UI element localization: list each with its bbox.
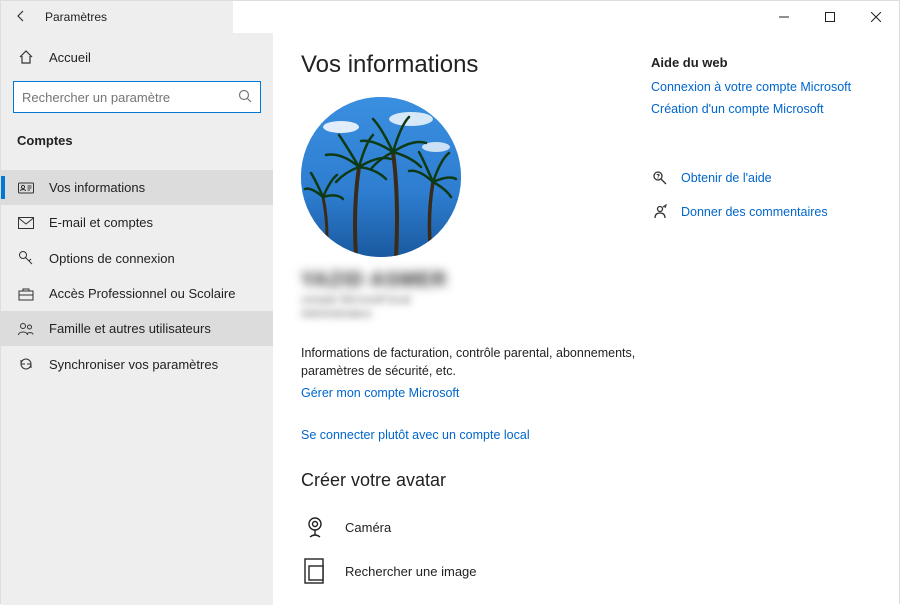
nav-item-signin-options[interactable]: Options de connexion: [1, 240, 273, 276]
minimize-button[interactable]: [761, 1, 807, 33]
help-link-create[interactable]: Création d'un compte Microsoft: [651, 102, 871, 116]
feedback-row[interactable]: Donner des commentaires: [651, 204, 871, 220]
page-title: Vos informations: [301, 51, 641, 79]
get-help-link: Obtenir de l'aide: [681, 171, 772, 185]
content-area: Vos informations: [273, 33, 899, 605]
account-description: Informations de facturation, contrôle pa…: [301, 344, 641, 380]
help-icon: [651, 170, 669, 186]
person-card-icon: [17, 181, 35, 195]
camera-icon: [301, 513, 329, 541]
nav-label: Synchroniser vos paramètres: [49, 357, 218, 372]
feedback-icon: [651, 204, 669, 220]
section-heading: Comptes: [1, 127, 273, 160]
camera-option[interactable]: Caméra: [301, 505, 641, 549]
search-input[interactable]: [22, 90, 238, 105]
nav-item-your-info[interactable]: Vos informations: [1, 170, 273, 205]
briefcase-icon: [17, 287, 35, 301]
camera-label: Caméra: [345, 520, 391, 535]
people-icon: [17, 322, 35, 336]
account-name: YAZID ASMER: [301, 269, 641, 292]
nav-item-email-accounts[interactable]: E-mail et comptes: [1, 205, 273, 240]
aside: Aide du web Connexion à votre compte Mic…: [641, 51, 871, 605]
nav-list: Vos informations E-mail et comptes Optio…: [1, 170, 273, 382]
close-button[interactable]: [853, 1, 899, 33]
manage-account-link[interactable]: Gérer mon compte Microsoft: [301, 386, 459, 400]
browse-label: Rechercher une image: [345, 564, 477, 579]
sync-icon: [17, 356, 35, 372]
window-title: Paramètres: [41, 10, 107, 24]
titlebar: Paramètres: [1, 1, 899, 33]
browse-option[interactable]: Rechercher une image: [301, 549, 641, 593]
help-link-signin[interactable]: Connexion à votre compte Microsoft: [651, 80, 871, 94]
window-controls: [761, 1, 899, 33]
home-button[interactable]: Accueil: [1, 41, 273, 73]
feedback-link: Donner des commentaires: [681, 205, 828, 219]
mail-icon: [17, 217, 35, 229]
profile-avatar: [301, 97, 461, 257]
key-icon: [17, 250, 35, 266]
nav-label: E-mail et comptes: [49, 215, 153, 230]
help-heading: Aide du web: [651, 55, 871, 70]
nav-item-family-users[interactable]: Famille et autres utilisateurs: [1, 311, 273, 346]
get-help-row[interactable]: Obtenir de l'aide: [651, 170, 871, 186]
nav-item-sync-settings[interactable]: Synchroniser vos paramètres: [1, 346, 273, 382]
nav-label: Options de connexion: [49, 251, 175, 266]
search-icon: [238, 89, 252, 106]
account-sub2: Administrateur: [301, 308, 641, 320]
home-label: Accueil: [49, 50, 91, 65]
nav-label: Accès Professionnel ou Scolaire: [49, 286, 235, 301]
nav-label: Vos informations: [49, 180, 145, 195]
search-box[interactable]: [13, 81, 261, 113]
avatar-heading: Créer votre avatar: [301, 470, 641, 491]
maximize-button[interactable]: [807, 1, 853, 33]
back-button[interactable]: [1, 9, 41, 26]
home-icon: [17, 49, 35, 65]
browse-icon: [301, 557, 329, 585]
account-sub1: compte Microsoft local: [301, 294, 641, 306]
nav-label: Famille et autres utilisateurs: [49, 321, 211, 336]
local-account-link[interactable]: Se connecter plutôt avec un compte local: [301, 428, 641, 442]
nav-item-work-school[interactable]: Accès Professionnel ou Scolaire: [1, 276, 273, 311]
sidebar: Accueil Comptes Vos informations E-mail …: [1, 33, 273, 605]
